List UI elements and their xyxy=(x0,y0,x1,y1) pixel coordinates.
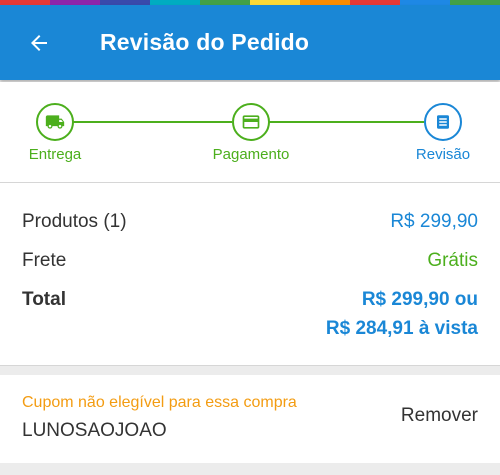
coupon-code: LUNOSAOJOAO xyxy=(22,420,167,441)
step-connector xyxy=(268,121,424,123)
products-label: Produtos (1) xyxy=(22,211,127,232)
step-entrega[interactable] xyxy=(36,103,74,141)
products-value: R$ 299,90 xyxy=(390,211,478,232)
step-pagamento[interactable] xyxy=(232,103,270,141)
page-title: Revisão do Pedido xyxy=(100,29,310,55)
back-button[interactable] xyxy=(24,28,54,58)
coupon-section: Cupom não elegível para essa compra LUNO… xyxy=(0,375,500,463)
total-label: Total xyxy=(22,289,66,310)
step-connector xyxy=(72,121,232,123)
step-label-entrega: Entrega xyxy=(28,146,82,163)
step-label-revisao: Revisão xyxy=(415,146,471,163)
total-cash-value: R$ 284,91 à vista xyxy=(325,318,478,339)
total-value: R$ 299,90 ou xyxy=(361,289,478,310)
app-bar: Revisão do Pedido xyxy=(0,5,500,80)
remove-coupon-button[interactable]: Remover xyxy=(401,405,478,427)
step-revisao[interactable] xyxy=(424,103,462,141)
order-summary: Produtos (1) R$ 299,90 Frete Grátis Tota… xyxy=(0,183,500,366)
coupon-warning: Cupom não elegível para essa compra xyxy=(22,394,297,411)
truck-icon xyxy=(45,115,65,129)
arrow-left-icon xyxy=(31,34,47,51)
credit-card-icon xyxy=(242,115,260,129)
step-label-pagamento: Pagamento xyxy=(212,146,290,163)
checkout-stepper: Entrega Pagamento Revisão xyxy=(0,82,500,183)
list-icon xyxy=(437,115,449,129)
shipping-label: Frete xyxy=(22,250,67,271)
shipping-value: Grátis xyxy=(427,250,478,271)
